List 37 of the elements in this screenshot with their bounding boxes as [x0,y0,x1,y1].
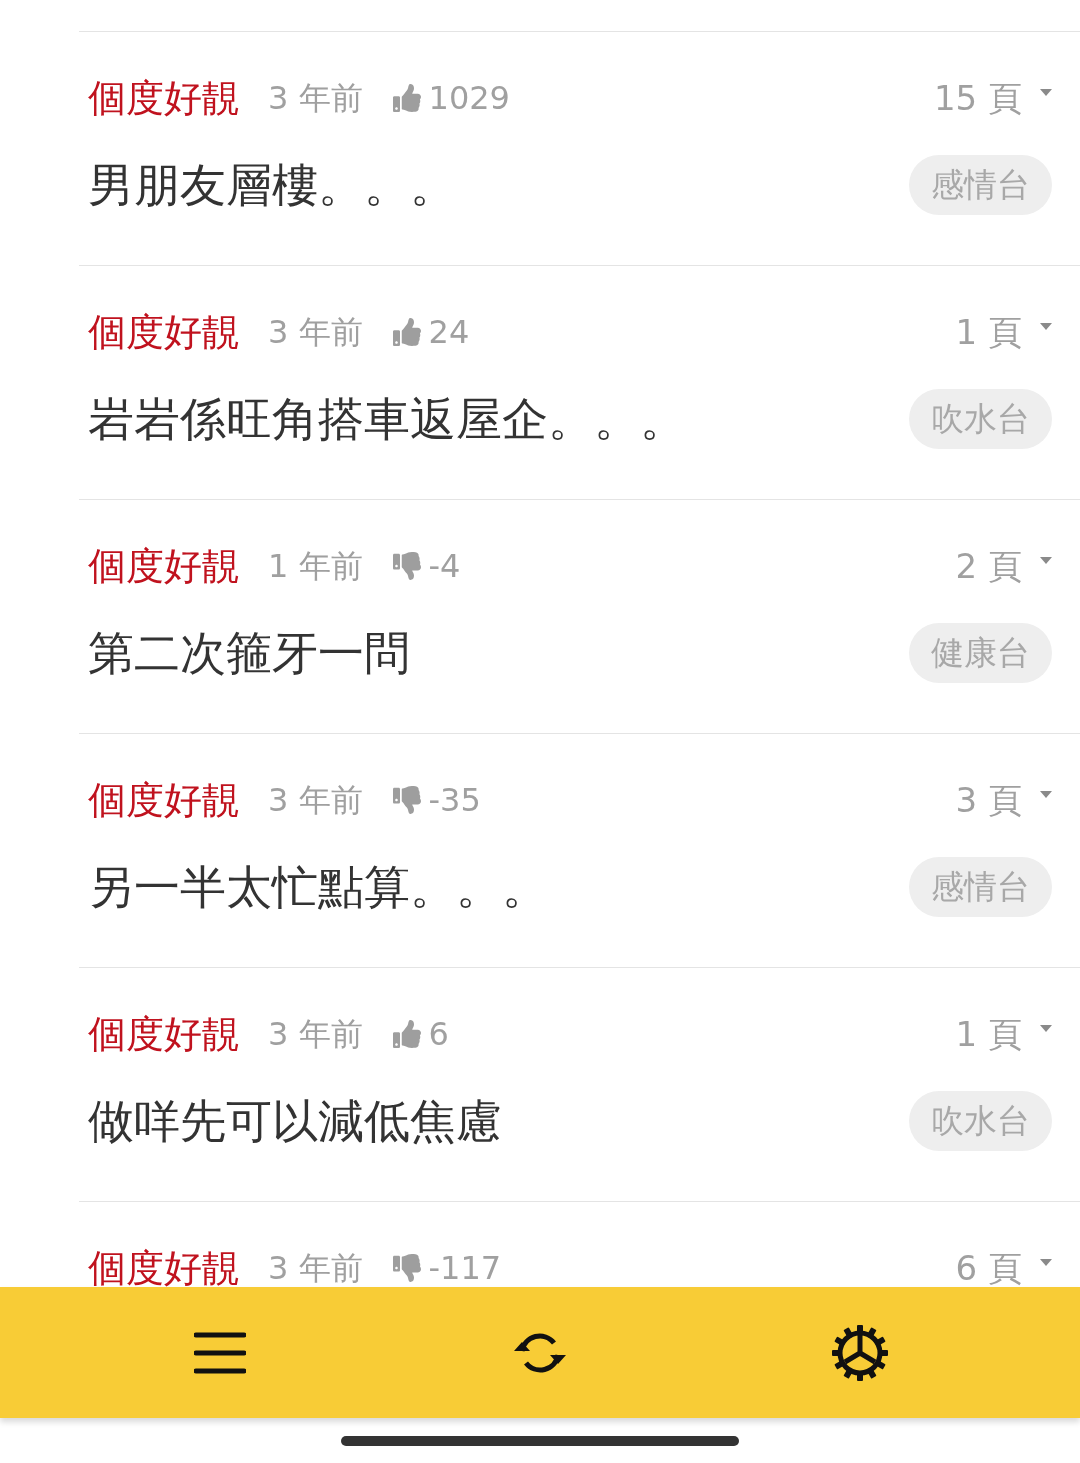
post-time: 3 年前 [268,784,363,816]
author-name[interactable]: 個度好靚 [88,781,240,819]
vote-count: 6 [428,1018,449,1050]
caret-icon [1040,557,1052,565]
thumbs-up-icon [392,318,421,346]
author-name[interactable]: 個度好靚 [88,79,240,117]
menu-icon [194,1331,246,1374]
caret-icon [1040,323,1052,331]
author-name[interactable]: 個度好靚 [88,313,240,351]
author-name[interactable]: 個度好靚 [88,1249,240,1287]
post-title[interactable]: 第二次箍牙一問 [88,630,410,676]
post-time: 3 年前 [268,1252,363,1284]
thumbs-down-icon [392,1254,421,1282]
thumbs-down-icon [392,552,421,580]
post-time: 3 年前 [268,316,363,348]
settings-icon [831,1323,889,1382]
caret-icon [1040,1025,1052,1033]
caret-icon [1040,89,1052,97]
caret-icon [1040,1259,1052,1267]
thumbs-up-icon [392,84,421,112]
vote-count: -117 [428,1252,502,1284]
post-time: 1 年前 [268,550,363,582]
vote-count: 1029 [428,82,510,114]
vote-count: 24 [428,316,470,348]
caret-icon [1040,791,1052,799]
post-time: 3 年前 [268,1018,363,1050]
author-name[interactable]: 個度好靚 [88,1015,240,1053]
post-title[interactable]: 另一半太忙點算。。。 [88,864,548,910]
thumbs-down-icon [392,786,421,814]
post-time: 3 年前 [268,82,363,114]
vote-count: -4 [428,550,461,582]
post-title[interactable]: 岩岩係旺角搭車返屋企。。。 [88,396,686,442]
author-name[interactable]: 個度好靚 [88,547,240,585]
thumbs-up-icon [392,1020,421,1048]
post-title[interactable]: 做咩先可以減低焦慮 [88,1098,502,1144]
vote-count: -35 [428,784,481,816]
post-title[interactable]: 男朋友層樓。。。 [88,162,456,208]
